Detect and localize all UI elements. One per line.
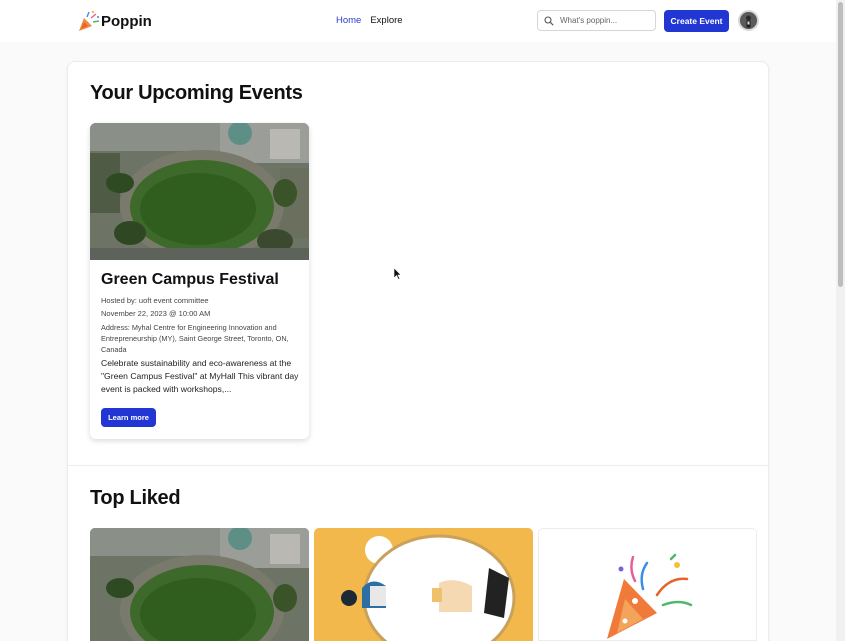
event-date: November 22, 2023 @ 10:00 AM (101, 309, 211, 318)
party-popper-illustration-icon (607, 553, 693, 639)
logo[interactable]: Poppin (78, 10, 152, 32)
top-liked-heading: Top Liked (90, 487, 181, 509)
section-divider (68, 465, 768, 466)
create-event-button[interactable]: Create Event (664, 10, 729, 32)
liked-event-image-meeting (314, 528, 533, 641)
nav-home[interactable]: Home (336, 15, 361, 26)
event-card[interactable]: Green Campus Festival Hosted by: uoft ev… (90, 123, 309, 439)
mouse-cursor-icon (394, 268, 402, 280)
search-icon (544, 15, 554, 26)
liked-event-card-meeting[interactable] (314, 528, 533, 641)
event-description: Celebrate sustainability and eco-awarene… (101, 358, 299, 394)
main-nav: Home Explore (336, 15, 403, 26)
avatar-image (740, 12, 757, 29)
nav-explore[interactable]: Explore (370, 15, 402, 26)
user-avatar[interactable] (738, 10, 759, 31)
liked-event-image-campus (90, 528, 309, 641)
learn-more-button[interactable]: Learn more (101, 408, 156, 427)
liked-event-card-campus[interactable] (90, 528, 309, 641)
app-name: Poppin (101, 12, 152, 30)
party-popper-logo-icon (79, 10, 100, 31)
scrollbar-thumb[interactable] (838, 2, 843, 287)
upcoming-events-heading: Your Upcoming Events (90, 82, 303, 104)
event-image (90, 123, 309, 260)
event-title: Green Campus Festival (101, 271, 279, 288)
liked-event-card-party[interactable] (538, 528, 757, 641)
search-box[interactable] (537, 10, 656, 31)
event-address: Address: Myhal Centre for Engineering In… (101, 323, 289, 354)
search-input[interactable] (560, 16, 650, 25)
event-host: Hosted by: uoft event committee (101, 296, 209, 305)
top-navbar: Poppin Home Explore Create Event (0, 0, 836, 42)
